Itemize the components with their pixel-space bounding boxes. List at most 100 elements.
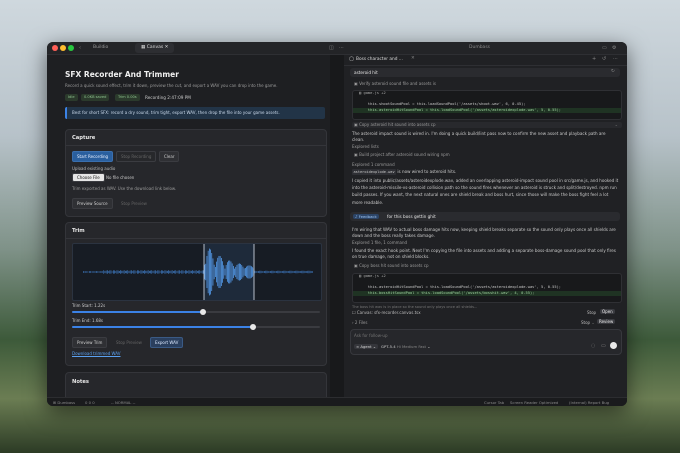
trim-end-slider[interactable] — [72, 324, 320, 330]
status-report-bug[interactable]: (Internal) Report Bug — [569, 398, 609, 406]
waveform-bar — [107, 270, 108, 274]
preview-trim-button[interactable]: Preview Trim — [72, 337, 108, 348]
agent-mode-select[interactable]: ∞ Agent ⌄ — [354, 344, 379, 349]
stop-trim-preview-button[interactable]: Stop Preview — [111, 337, 147, 348]
waveform-bar — [128, 271, 130, 273]
waveform-bar — [97, 271, 99, 273]
trim-start-knob[interactable] — [200, 309, 207, 315]
waveform-bar — [231, 263, 233, 281]
waveform-bar — [241, 265, 243, 279]
waveform-bar — [265, 270, 267, 274]
layout-icon[interactable]: ▭ — [602, 44, 607, 52]
export-note: Trim exported as WAV. Use the download l… — [72, 186, 177, 191]
stop-preview-button[interactable]: Stop Preview — [116, 198, 152, 209]
waveform-bar — [111, 271, 113, 273]
split-icon[interactable]: ◫ — [329, 44, 334, 52]
trim-badge: Trim 0.00s — [115, 94, 140, 101]
export-wav-button[interactable]: Export WAV — [150, 337, 184, 348]
status-cursor-tab[interactable]: Cursor Tab — [484, 398, 504, 406]
back-icon[interactable]: ‹ — [79, 44, 81, 52]
waveform-bar — [127, 270, 129, 274]
close-window-button[interactable] — [52, 45, 58, 51]
waveform-bar — [271, 270, 273, 274]
stop-button[interactable]: Stop — [587, 310, 596, 315]
waveform-bar — [137, 270, 138, 274]
review-button[interactable]: Review — [597, 319, 616, 324]
open-button[interactable]: Open — [600, 309, 615, 314]
waveform-bar — [168, 270, 169, 274]
waveform-bar — [252, 267, 253, 277]
files-count[interactable]: › 2 Files — [352, 320, 367, 325]
terminal-icon: ▣ — [354, 152, 358, 157]
status-screen-reader[interactable]: Screen Reader Optimized — [510, 398, 558, 406]
user-message-text: asteroid hit — [354, 70, 378, 75]
waveform-bar — [171, 270, 173, 274]
download-trimmed-link[interactable]: Download trimmed WAV — [72, 351, 121, 356]
waveform-bar — [289, 270, 291, 274]
more-icon[interactable]: ⋯ — [613, 56, 618, 62]
code-line-added: this.asteroidHitSoundPool = this.loadSou… — [353, 107, 621, 114]
step-build[interactable]: ▣ Build project after asteroid sound wir… — [354, 152, 450, 158]
tab-buildio[interactable]: Buildio — [87, 43, 114, 53]
waveform-bar — [165, 270, 167, 274]
settings-icon[interactable]: ⚙ — [612, 44, 616, 52]
waveform-bar — [83, 271, 84, 273]
waveform-bar — [174, 270, 175, 274]
trim-start-slider[interactable] — [72, 309, 320, 315]
waveform-bar — [307, 270, 309, 274]
edit-icon[interactable]: ↻ — [611, 69, 615, 74]
explored-row-3[interactable]: Explored 1 file, 1 command — [352, 240, 407, 246]
pending-file[interactable]: ☐ Canvas: sfx-recorder.canvas.tsx — [352, 310, 421, 315]
step-copy-2[interactable]: ▣ Copy boss hit sound into assets cp — [354, 263, 428, 269]
clear-button[interactable]: Clear — [159, 151, 180, 162]
send-button[interactable] — [610, 342, 617, 349]
close-thread-icon[interactable]: ✕ — [411, 56, 415, 61]
attachment-chip[interactable]: ♪ Feedback — [353, 213, 379, 219]
waveform-bar — [181, 270, 183, 274]
explored-row-2[interactable]: Explored 1 command — [352, 162, 395, 168]
history-icon[interactable]: ↺ — [602, 56, 606, 62]
waveform-bar — [223, 265, 225, 279]
waveform-bar — [104, 271, 106, 273]
pane-divider[interactable] — [330, 55, 344, 397]
waveform-bar — [131, 270, 132, 274]
assistant-detail: I copied it into public/assets/asteroide… — [352, 178, 619, 205]
waveform-bar — [206, 255, 208, 289]
workspace-label[interactable]: ⊞ Dumbass — [53, 398, 75, 406]
code-block-1: ▤ game.js +2 this.shootSoundPool = this.… — [352, 90, 622, 120]
step-verify[interactable]: ▣ Verify asteroid sound file and assets … — [354, 81, 436, 87]
stop-button-2[interactable]: Stop ⌄ — [581, 320, 595, 325]
waveform-bar — [217, 257, 219, 287]
waveform-bar — [135, 271, 137, 273]
image-icon[interactable]: ▭ — [601, 343, 606, 349]
step-copy[interactable]: ▣ Copy asteroid hit sound into assets cp… — [352, 122, 622, 128]
thread-title[interactable]: Boss character and ... — [356, 57, 403, 62]
problem-counts[interactable]: 0 0 0 — [85, 398, 95, 406]
waveform-bar — [99, 271, 101, 273]
waveform-bar — [145, 270, 147, 274]
waveform-bar — [89, 271, 90, 273]
more-icon[interactable]: ⋯ — [339, 44, 344, 52]
chat-icon: ◯ — [349, 57, 355, 62]
waveform-bar — [177, 270, 179, 274]
waveform-bar — [153, 270, 155, 274]
new-chat-icon[interactable]: + — [592, 56, 596, 62]
minimize-window-button[interactable] — [60, 45, 66, 51]
start-recording-button[interactable]: Start Recording — [72, 151, 114, 162]
model-select[interactable]: GPT-5.4 Hi Medium Fast ⌄ — [381, 344, 430, 349]
waveform-bar — [198, 270, 199, 274]
assistant-paragraph: The asteroid impact sound is wired in. I… — [352, 131, 606, 142]
chat-input[interactable] — [354, 332, 604, 338]
preview-source-button[interactable]: Preview Source — [72, 198, 113, 209]
explored-row[interactable]: Explored lists — [352, 144, 379, 150]
trim-end-knob[interactable] — [250, 324, 257, 330]
waveform-bar — [277, 270, 279, 274]
capture-title: Capture — [72, 135, 96, 141]
waveform[interactable] — [72, 243, 322, 301]
choose-file-button[interactable]: Choose File — [72, 173, 105, 182]
tab-canvas[interactable]: ▦ Canvas ✕ — [135, 43, 175, 53]
zoom-window-button[interactable] — [68, 45, 74, 51]
stop-recording-button[interactable]: Stop Recording — [116, 151, 157, 162]
waveform-bar — [205, 263, 207, 281]
waveform-bar — [143, 270, 144, 274]
